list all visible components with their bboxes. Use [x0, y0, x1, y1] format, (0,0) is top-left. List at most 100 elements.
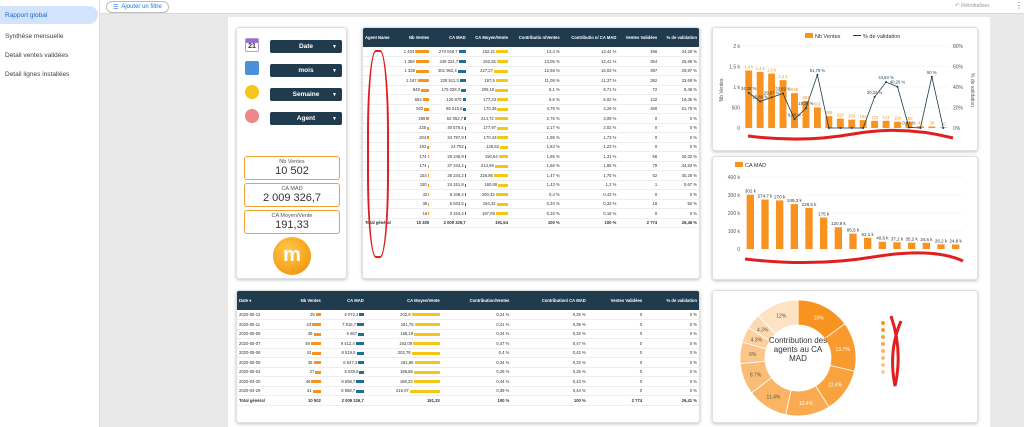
column-header[interactable]: Agent Name — [363, 28, 398, 47]
more-menu-icon[interactable]: ⋮ — [1015, 1, 1023, 10]
bar-data-label: 249,3 k — [787, 198, 803, 203]
table-cell: 170,36 — [483, 106, 497, 112]
table-cell: 36 — [422, 201, 428, 207]
nav-item-3[interactable]: Detail lignes installées — [0, 66, 99, 81]
bar-data-label: 37,2 k — [891, 236, 904, 241]
table-cell: 0 % — [689, 340, 697, 346]
table-row[interactable]: 849 175 028,3 206,16 8,1 % 8,71 % 72 8,48 % — [363, 85, 699, 95]
table-cell: 0,4 % — [498, 350, 510, 356]
table-row[interactable]: 2020-05-04 27 5 039,8 186,66 0,26 % 0,25 % 0 0 … — [237, 367, 699, 377]
bar-ca-mad — [746, 194, 754, 249]
table-cell: 0 — [654, 210, 658, 216]
week-dropdown[interactable]: Semaine ▼ — [270, 88, 342, 101]
nav-item-1[interactable]: Synthèse mensuelle — [0, 28, 99, 43]
date-dropdown[interactable]: Date ▼ — [270, 40, 342, 53]
add-filter-button[interactable]: ☰ Ajouter un filtre — [106, 1, 169, 13]
table-row[interactable]: 2020-05-08 36 6 667 185,19 0,34 % 0,33 % 0 0 % — [237, 329, 699, 339]
column-header[interactable]: Contributio n/Ventes — [509, 28, 562, 47]
value-bar — [358, 332, 364, 336]
column-header[interactable]: Contributio n/ CA MAD — [561, 28, 619, 47]
value-bar — [495, 212, 508, 216]
table-cell: 0 — [654, 115, 658, 121]
column-header[interactable]: Ventes Validées — [587, 291, 645, 310]
table-row[interactable]: 2020-04-30 46 8 658,7 188,23 0,44 % 0,43 % 0 0 … — [237, 376, 699, 387]
bar-data-label: 26,2 k — [935, 238, 948, 243]
table-cell: 0 % — [689, 359, 697, 365]
value-bar — [414, 361, 440, 365]
table-cell: 16 — [422, 210, 428, 216]
table-row[interactable]: 2020-05-12 25 5 072,4 202,9 0,24 % 0,25 % 0 0 % — [237, 310, 699, 320]
reset-button[interactable]: ↶ Réinitialiser — [955, 3, 990, 9]
table-cell: 662 — [414, 96, 422, 102]
value-bar — [464, 117, 466, 121]
value-bar — [498, 155, 508, 159]
table-row[interactable]: 228 40 575,4 177,97 2,17 % 2,02 % 0 0 % — [363, 123, 699, 133]
value-bar — [357, 323, 364, 327]
bar-ca-mad — [864, 237, 872, 249]
column-header[interactable]: Contribution/Ventes — [441, 291, 512, 310]
table-cell: 1,31 % — [603, 153, 617, 159]
nav-item-2[interactable]: Detail ventes validées — [0, 47, 99, 62]
table-row[interactable]: 204 34 797,8 170,43 1,95 % 1,73 % 0 0 % — [363, 132, 699, 143]
table-row[interactable]: 1 167 228 511,3 197,5 11,09 % 11,37 % 392 33,6… — [363, 75, 699, 86]
table-row[interactable]: 174 26 246,9 150,84 1,66 % 1,31 % 56 30,32 % — [363, 151, 699, 162]
table-cell: 1,83 % — [546, 144, 560, 150]
slice-label: 12.4% — [828, 382, 843, 388]
table-row[interactable]: 150 24 151,8 160,88 1,43 % 1,2 % 1 0,67 % — [363, 180, 699, 190]
agent-dropdown[interactable]: Agent ▼ — [270, 112, 342, 125]
bar-data-label: 849 — [791, 87, 799, 92]
table-cell: 227,27 — [480, 68, 493, 74]
bar-data-label: 274,7 k — [758, 194, 774, 199]
table-cell: 0,47 % — [572, 340, 586, 346]
table-row[interactable]: 1 403 270 048,7 192,21 13,4 % 13,44 % 486 34,2… — [363, 47, 699, 57]
table-cell: 0 — [639, 340, 643, 346]
column-header[interactable]: % de validation — [644, 291, 699, 310]
column-header[interactable]: CA MAD — [431, 28, 468, 47]
table-row[interactable]: 662 120 870 177,23 6,5 % 6,02 % 132 19,35 % — [363, 94, 699, 105]
column-header[interactable]: Ventes Validées — [618, 28, 660, 47]
table-row[interactable]: 192 24 702 128,52 1,83 % 1,23 % 0 0 % — [363, 142, 699, 152]
table-row[interactable]: 1 369 249 324,7 182,25 13,05 % 12,41 % 354 25,… — [363, 56, 699, 67]
nav-item-0[interactable]: Rapport global — [0, 6, 98, 24]
table-row[interactable]: 42 8 348,4 200,33 0,4 % 0,43 % 0 0 % — [363, 189, 699, 200]
value-bar — [411, 313, 440, 317]
column-header[interactable]: Nb Ventes — [284, 291, 323, 310]
table-row[interactable]: 2020-05-06 42 8 519,5 202,78 0,4 % 0,42 % 0 0 % — [237, 348, 699, 358]
column-header[interactable]: Nb Ventes — [397, 28, 432, 47]
bar-data-label: 174 — [883, 115, 891, 120]
column-header[interactable]: CA Moyen/Vente — [365, 291, 442, 310]
column-header[interactable]: CA MAD — [322, 291, 366, 310]
validation-point — [885, 81, 888, 84]
table-row[interactable]: 289 62 052,7 214,72 2,76 % 3,09 % 0 0 % — [363, 113, 699, 124]
table-row[interactable]: 2020-05-05 36 6 547,3 181,86 0,34 % 0,33 % 0 0 … — [237, 357, 699, 368]
table-row[interactable]: 16 3 153,4 197,09 0,15 % 0,16 % 0 0 % — [363, 208, 699, 219]
table-cell: 0 % — [689, 312, 697, 317]
table-row[interactable]: 2020-05-07 49 9 412,4 192,09 0,47 % 0,47 % 0 0 … — [237, 338, 699, 349]
slice-label: 4.3% — [751, 338, 763, 344]
value-bar — [495, 79, 508, 83]
table-cell: 132 — [650, 96, 658, 102]
value-bar — [311, 380, 321, 384]
column-header[interactable]: Contribution/ CA MAD — [511, 291, 588, 310]
table-cell: 486 — [650, 49, 658, 54]
column-header[interactable]: Date ▾ — [237, 291, 285, 310]
table-cell: 0 — [654, 144, 658, 150]
y-tick-label: 0 — [737, 126, 740, 132]
month-dropdown[interactable]: mois ▼ — [270, 64, 342, 77]
table-row[interactable]: 2020-05-11 43 7 816,7 181,78 0,41 % 0,39 % 0 0 … — [237, 319, 699, 330]
table-cell: 85 515,6 — [446, 106, 463, 112]
table-row[interactable]: 2020-04-29 41 8 858,7 216,07 0,39 % 0,44 % 0 0 … — [237, 386, 699, 396]
column-header[interactable]: % de validation — [659, 28, 699, 47]
table-cell: 0,24 % — [496, 312, 510, 317]
table-row[interactable]: 154 35 244,2 228,86 1,47 % 1,75 % 62 40,26 % — [363, 170, 699, 181]
column-header[interactable]: CA Moyen/Vente — [467, 28, 510, 47]
validation-point — [839, 127, 842, 129]
value-bar — [426, 117, 430, 121]
table-cell: 1 167 — [406, 77, 417, 83]
validation-label: 34,28 % — [741, 86, 757, 91]
table-row[interactable]: 1 328 301 962,4 227,27 12,68 % 15,03 % 397 29,… — [363, 66, 699, 76]
table-row[interactable]: 36 6 633,5 184,32 0,34 % 0,33 % 18 50 % — [363, 199, 699, 209]
table-row[interactable]: 502 85 515,6 170,36 4,79 % 4,26 % 260 51,79 % — [363, 104, 699, 114]
table-row[interactable]: 174 37 234,4 213,99 1,66 % 1,85 % 79 44,83 % — [363, 161, 699, 171]
table-cell: 154 — [419, 172, 427, 178]
